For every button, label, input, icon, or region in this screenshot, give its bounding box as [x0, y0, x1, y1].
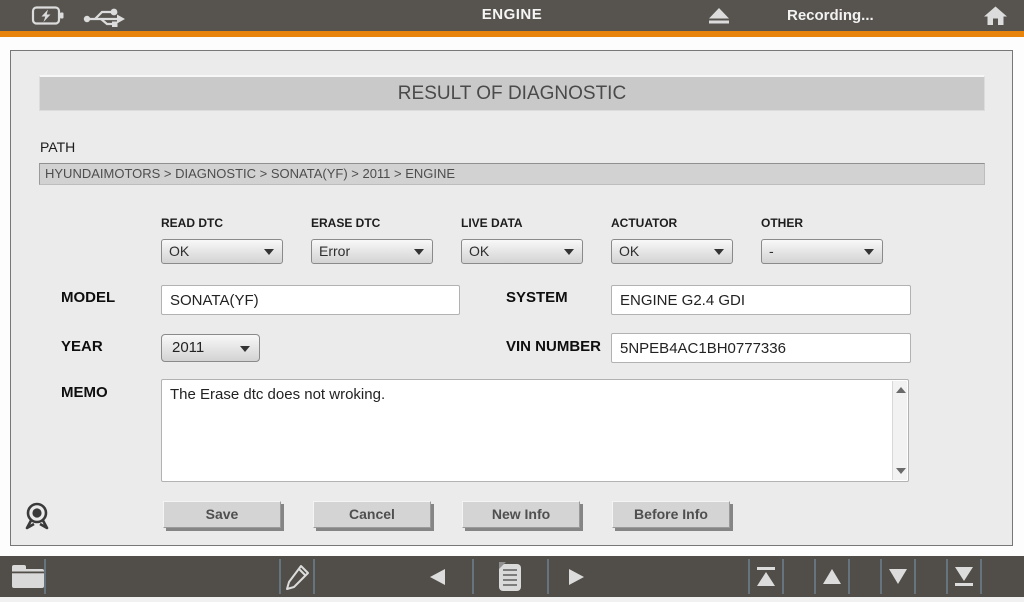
titlebar: ENGINE Recording... — [0, 0, 1024, 31]
new-info-button[interactable]: New Info — [462, 501, 580, 528]
accent-divider — [0, 31, 1024, 37]
other-select[interactable]: - — [761, 239, 883, 264]
save-button[interactable]: Save — [163, 501, 281, 528]
other-label: OTHER — [761, 216, 883, 230]
bottom-toolbar — [0, 556, 1024, 597]
memo-label: MEMO — [61, 384, 108, 401]
read-dtc-label: READ DTC — [161, 216, 283, 230]
toolbar-divider — [848, 559, 850, 594]
toolbar-divider — [980, 559, 982, 594]
chevron-down-icon — [264, 249, 274, 255]
read-dtc-group: READ DTC OK — [161, 216, 283, 264]
actuator-select[interactable]: OK — [611, 239, 733, 264]
report-icon[interactable] — [495, 561, 525, 598]
panel-title: RESULT OF DIAGNOSTIC — [39, 75, 985, 111]
scroll-down-arrow-icon[interactable] — [896, 468, 906, 474]
memo-field-wrapper: The Erase dtc does not wroking. — [161, 379, 909, 482]
toolbar-divider — [279, 559, 281, 594]
memo-scrollbar[interactable] — [892, 381, 907, 480]
cancel-button[interactable]: Cancel — [313, 501, 431, 528]
erase-dtc-group: ERASE DTC Error — [311, 216, 433, 264]
erase-dtc-value: Error — [319, 243, 350, 259]
toolbar-divider — [748, 559, 750, 594]
home-icon[interactable] — [983, 6, 1008, 31]
live-data-group: LIVE DATA OK — [461, 216, 583, 264]
bottom-strip — [0, 597, 1024, 602]
other-value: - — [769, 243, 774, 259]
system-field[interactable] — [611, 285, 911, 315]
read-dtc-value: OK — [169, 243, 189, 259]
pencil-icon[interactable] — [283, 563, 311, 596]
system-label: SYSTEM — [506, 289, 568, 306]
live-data-select[interactable]: OK — [461, 239, 583, 264]
previous-icon[interactable] — [427, 568, 447, 591]
actuator-value: OK — [619, 243, 639, 259]
chevron-down-icon — [240, 346, 250, 352]
erase-dtc-select[interactable]: Error — [311, 239, 433, 264]
scroll-down-icon[interactable] — [887, 568, 909, 590]
vin-number-field[interactable] — [611, 333, 911, 363]
eject-icon[interactable] — [705, 7, 733, 31]
actuator-group: ACTUATOR OK — [611, 216, 733, 264]
memo-field[interactable]: The Erase dtc does not wroking. — [162, 380, 890, 481]
vin-number-label: VIN NUMBER — [506, 336, 606, 357]
path-label: PATH — [40, 139, 75, 155]
toolbar-divider — [547, 559, 549, 594]
toolbar-divider — [914, 559, 916, 594]
year-select[interactable]: 2011 — [161, 334, 260, 362]
magnifier-icon[interactable] — [23, 501, 53, 533]
scroll-top-icon[interactable] — [755, 566, 777, 592]
chevron-down-icon — [564, 249, 574, 255]
chevron-down-icon — [714, 249, 724, 255]
toolbar-divider — [313, 559, 315, 594]
breadcrumb: HYUNDAIMOTORS > DIAGNOSTIC > SONATA(YF) … — [39, 163, 985, 185]
scroll-bottom-icon[interactable] — [953, 566, 975, 592]
before-info-button[interactable]: Before Info — [612, 501, 730, 528]
result-of-diagnostic-panel: RESULT OF DIAGNOSTIC PATH HYUNDAIMOTORS … — [10, 50, 1013, 546]
live-data-label: LIVE DATA — [461, 216, 583, 230]
live-data-value: OK — [469, 243, 489, 259]
year-label: YEAR — [61, 338, 103, 355]
toolbar-divider — [814, 559, 816, 594]
next-icon[interactable] — [567, 568, 587, 591]
scroll-up-arrow-icon[interactable] — [896, 387, 906, 393]
model-field[interactable] — [161, 285, 460, 315]
chevron-down-icon — [414, 249, 424, 255]
year-value: 2011 — [172, 339, 204, 356]
folder-icon[interactable] — [10, 563, 46, 595]
erase-dtc-label: ERASE DTC — [311, 216, 433, 230]
scroll-up-icon[interactable] — [821, 568, 843, 590]
toolbar-divider — [880, 559, 882, 594]
toolbar-divider — [472, 559, 474, 594]
recording-status: Recording... — [787, 7, 874, 24]
actuator-label: ACTUATOR — [611, 216, 733, 230]
model-label: MODEL — [61, 289, 115, 306]
other-group: OTHER - — [761, 216, 883, 264]
toolbar-divider — [946, 559, 948, 594]
read-dtc-select[interactable]: OK — [161, 239, 283, 264]
toolbar-divider — [782, 559, 784, 594]
chevron-down-icon — [864, 249, 874, 255]
